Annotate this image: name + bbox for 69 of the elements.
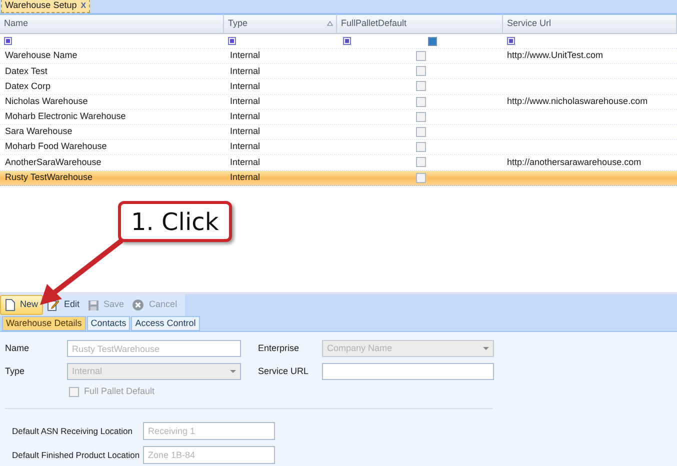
field-label: Default Finished Product Location [12, 448, 141, 462]
field-label: Name [5, 342, 30, 355]
table-cell: Datex Corp [5, 80, 51, 91]
tab-title: Warehouse Setup [5, 0, 77, 12]
field-label: Service URL [258, 364, 310, 378]
floppy-icon [88, 300, 99, 310]
grid-row[interactable]: Rusty TestWarehouse Internal [0, 170, 677, 186]
caret-icon [230, 370, 236, 373]
filter-icon[interactable] [343, 36, 351, 44]
table-cell: Internal [230, 111, 260, 122]
checkbox[interactable] [416, 96, 426, 107]
document-icon [5, 299, 15, 311]
toolbar-button[interactable]: New [0, 295, 44, 315]
filter-icon[interactable] [228, 37, 236, 45]
table-cell: Sara Warehouse [5, 126, 72, 136]
checkbox[interactable] [416, 81, 426, 92]
table-cell: Nicholas Warehouse [5, 96, 88, 106]
table-cell: Moharb Food Warehouse [5, 141, 107, 152]
table-cell: AnotherSaraWarehouse [5, 156, 102, 167]
caret-icon [483, 347, 489, 350]
column-header[interactable]: FullPalletDefault [337, 15, 503, 33]
checkbox[interactable] [416, 112, 426, 122]
grid-row[interactable]: Datex Corp Internal [0, 79, 677, 95]
table-cell: Internal [230, 172, 260, 182]
service-url-field[interactable] [322, 363, 494, 380]
checkbox[interactable] [416, 142, 426, 152]
grid-row[interactable]: Sara Warehouse Internal [0, 124, 677, 140]
checkbox[interactable] [416, 51, 426, 62]
cancel-icon [132, 299, 144, 311]
filter-checkbox-icon[interactable] [428, 36, 437, 46]
table-cell: Internal [230, 50, 260, 60]
tab[interactable]: Contacts [86, 316, 130, 331]
table-cell: Internal [230, 96, 260, 106]
grid-row[interactable]: Warehouse Name Internal http://www.UnitTest.com [0, 49, 677, 64]
grid-row[interactable]: Moharb Electronic Warehouse Internal [0, 110, 677, 125]
checkbox[interactable] [416, 66, 426, 76]
checkbox[interactable] [416, 172, 426, 183]
checkbox[interactable] [416, 127, 426, 138]
table-cell: Datex Test [5, 66, 48, 76]
column-header[interactable]: Service Url [503, 15, 677, 33]
document-tab[interactable]: Warehouse Setup X [1, 0, 90, 13]
table-cell: Moharb Electronic Warehouse [5, 111, 126, 122]
field-label: Enterprise [258, 342, 300, 355]
callout: 1. Click [118, 201, 232, 242]
table-cell: http://www.UnitTest.com [507, 50, 604, 60]
filter-icon[interactable] [507, 37, 515, 45]
checkbox[interactable] [416, 157, 426, 168]
checkbox-label: Full Pallet Default [84, 385, 155, 398]
checkbox[interactable] [69, 387, 79, 397]
table-cell: Internal [230, 66, 260, 76]
field-label: Default ASN Receiving Location [12, 424, 134, 438]
filter-icon[interactable] [4, 37, 12, 45]
grid-row[interactable]: Moharb Food Warehouse Internal [0, 140, 677, 156]
table-cell: http://anothersarawarehouse.com [507, 156, 642, 167]
field-label: Type [5, 364, 26, 378]
table-cell: http://www.nicholaswarehouse.com [507, 96, 648, 106]
column-header[interactable]: Type [224, 15, 337, 33]
grid-row[interactable]: Datex Test Internal [0, 64, 677, 80]
table-cell: Warehouse Name [5, 50, 78, 60]
table-cell: Internal [230, 156, 260, 167]
table-cell: Internal [230, 80, 260, 91]
tab[interactable]: Access Control [131, 316, 200, 331]
table-cell: Internal [230, 141, 260, 152]
table-cell: Internal [230, 126, 260, 136]
column-header[interactable]: Name [0, 15, 224, 33]
table-cell: Rusty TestWarehouse [5, 172, 93, 182]
close-button[interactable]: X [80, 0, 86, 12]
grid-row[interactable]: Nicholas Warehouse Internal http://www.nicholaswarehouse.com [0, 94, 677, 110]
tab[interactable]: Warehouse Details [2, 316, 86, 331]
